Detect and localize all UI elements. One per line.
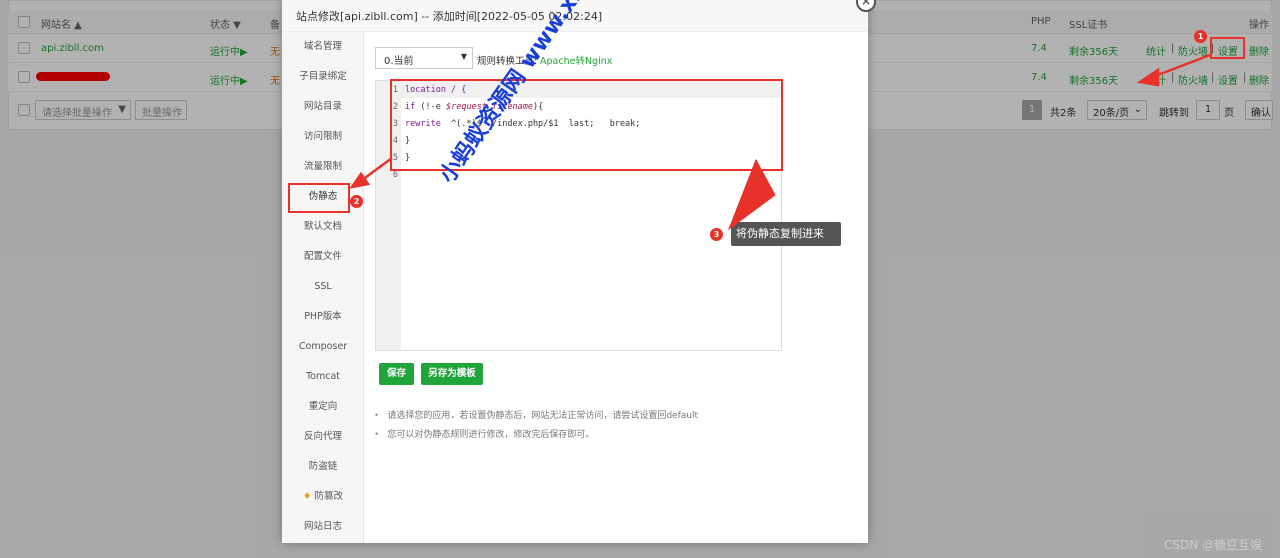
arrow-head: [1136, 67, 1160, 87]
csdn-watermark: CSDN @糖豆互娱: [1164, 538, 1263, 552]
callout-pointer: [727, 158, 776, 231]
annotation-arrows: [349, 53, 1211, 231]
